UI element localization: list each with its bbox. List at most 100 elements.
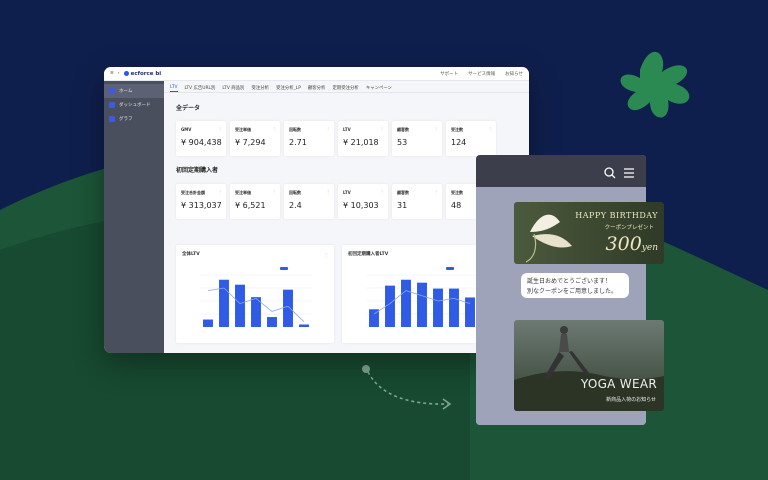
chart-bar[interactable] xyxy=(465,297,475,327)
notice-link[interactable]: お知らせ xyxy=(505,71,523,77)
sidebar-item-graph[interactable]: グラフ xyxy=(104,112,164,126)
chart-left: ⋮ xyxy=(200,252,328,328)
metric-value: ¥ 904,438 xyxy=(181,138,222,147)
tab-ltv[interactable]: LTV xyxy=(170,85,178,92)
card-menu-icon[interactable]: ⋮ xyxy=(380,126,384,131)
chart-bar[interactable] xyxy=(417,282,427,327)
message-line-1: 誕生日おめでとうございます！ xyxy=(527,278,612,285)
metric-value: ¥ 313,037 xyxy=(181,201,222,210)
app-logo[interactable]: ecforce bi xyxy=(123,71,161,77)
dashboard-icon xyxy=(109,102,115,108)
card-menu-icon[interactable]: ⋮ xyxy=(218,126,222,131)
graph-icon xyxy=(109,116,115,122)
message-bubble: 誕生日おめでとうございます！ 別なクーポンをご用意しました。 xyxy=(521,273,629,298)
metric-value: ¥ 7,294 xyxy=(235,138,266,147)
metric-value: 48 xyxy=(451,201,462,210)
chart-bar[interactable] xyxy=(449,288,459,327)
card-menu-icon[interactable]: ⋮ xyxy=(380,189,384,194)
metric-label: 受注数 xyxy=(451,190,463,195)
metric-label: 顧客数 xyxy=(397,190,409,195)
chart-bar[interactable] xyxy=(283,289,293,327)
metric-label: 受注数 xyxy=(451,127,463,132)
card-menu-icon[interactable]: ⋮ xyxy=(434,189,438,194)
coupon-amount: 300yen xyxy=(605,233,658,255)
sidebar-item-dashboard[interactable]: ダッシュボード xyxy=(104,98,164,112)
birthday-coupon-card[interactable]: HAPPY BIRTHDAY クーポンプレゼント 300yen xyxy=(514,202,664,264)
metric-label: 顧客数 xyxy=(397,127,409,132)
connector-dot-icon xyxy=(362,365,370,373)
metric-value: ¥ 10,303 xyxy=(343,201,379,210)
card-menu-icon[interactable]: ⋮ xyxy=(488,126,492,131)
phone-header-icons xyxy=(604,167,634,179)
metric-label: GMV xyxy=(181,127,192,132)
card-menu-icon[interactable]: ⋮ xyxy=(272,126,276,131)
chart-bar[interactable] xyxy=(401,279,411,327)
tab-campaign[interactable]: キャンペーン xyxy=(366,85,392,92)
tab-ltv-product[interactable]: LTV 商品別 xyxy=(222,85,244,92)
tab-order-analysis[interactable]: 受注分析 xyxy=(251,85,269,92)
legend-swatch xyxy=(446,267,454,270)
section-title-all: 全データ xyxy=(176,105,201,112)
service-link[interactable]: サービス情報 xyxy=(468,71,495,77)
card-menu-icon[interactable]: ⋮ xyxy=(326,189,330,194)
metric-card: 受注合計金額 ⋮ ¥ 313,037 xyxy=(176,184,226,219)
metric-card: LTV ⋮ ¥ 21,018 xyxy=(338,121,388,156)
main-content: LTV LTV 広告URL別 LTV 商品別 受注分析 受注分析_LP 顧客分析… xyxy=(164,81,529,353)
dashboard-window: ≡ ‹ ecforce bi サポート サービス情報 お知らせ ホーム ダッシュ… xyxy=(104,67,529,353)
logo-mark-icon xyxy=(123,71,129,76)
phone-header xyxy=(476,155,646,187)
birthday-subtitle: クーポンプレゼント xyxy=(604,225,654,231)
metric-label: 受注合計金額 xyxy=(181,190,205,195)
metric-card: 受注数 ⋮ 124 xyxy=(446,121,496,156)
metric-card: 受注単価 ⋮ ¥ 7,294 xyxy=(230,121,280,156)
tab-order-analysis-lp[interactable]: 受注分析_LP xyxy=(276,85,301,92)
metric-label: 受注単価 xyxy=(235,127,251,132)
chart-card-left: 全体LTV ⋮ xyxy=(176,245,334,343)
tab-bar: LTV LTV 広告URL別 LTV 商品別 受注分析 受注分析_LP 顧客分析… xyxy=(164,81,529,93)
metric-card: 受注単価 ⋮ ¥ 6,521 xyxy=(230,184,280,219)
support-link[interactable]: サポート xyxy=(440,71,458,77)
chart-bar[interactable] xyxy=(299,324,309,327)
metric-value: 124 xyxy=(451,138,467,147)
message-line-2: 別なクーポンをご用意しました。 xyxy=(527,288,618,295)
metric-card: LTV ⋮ ¥ 10,303 xyxy=(338,184,388,219)
birthday-title: HAPPY BIRTHDAY xyxy=(575,211,658,220)
card-menu-icon[interactable]: ⋮ xyxy=(218,189,222,194)
tab-customer-analysis[interactable]: 顧客分析 xyxy=(308,85,326,92)
yoga-wear-card[interactable]: YOGA WEAR 新商品入荷のお知らせ xyxy=(514,320,664,411)
chart-bar[interactable] xyxy=(219,279,229,327)
menu-icon[interactable]: ≡ xyxy=(110,71,114,76)
tab-ltv-ad-url[interactable]: LTV 広告URL別 xyxy=(185,85,216,92)
metric-label: 受注単価 xyxy=(235,190,251,195)
home-icon xyxy=(109,88,115,94)
card-menu-icon[interactable]: ⋮ xyxy=(272,189,276,194)
sidebar-item-home[interactable]: ホーム xyxy=(104,84,164,98)
metric-label: 回転数 xyxy=(289,127,301,132)
chart-bar[interactable] xyxy=(267,317,277,327)
metric-card: GMV ⋮ ¥ 904,438 xyxy=(176,121,226,156)
metric-value: ¥ 21,018 xyxy=(343,138,379,147)
metric-label: LTV xyxy=(343,190,351,195)
flower-icon xyxy=(525,214,572,263)
metric-label: LTV xyxy=(343,127,351,132)
sidebar: ホーム ダッシュボード グラフ xyxy=(104,81,164,353)
metric-card: 回転数 ⋮ 2.4 xyxy=(284,184,334,219)
yoga-title: YOGA WEAR xyxy=(580,377,657,391)
metric-value: 2.71 xyxy=(289,138,307,147)
tab-subscription-analysis[interactable]: 定期受注分析 xyxy=(332,85,358,92)
metric-card: 顧客数 ⋮ 31 xyxy=(392,184,442,219)
metric-card: 回転数 ⋮ 2.71 xyxy=(284,121,334,156)
section-title-first-sub: 初回定期購入者 xyxy=(176,167,219,174)
back-icon[interactable]: ‹ xyxy=(118,71,120,76)
chart-menu-icon[interactable]: ⋮ xyxy=(324,252,328,257)
card-menu-icon[interactable]: ⋮ xyxy=(434,126,438,131)
metric-value: 31 xyxy=(397,201,408,210)
top-bar: ≡ ‹ ecforce bi サポート サービス情報 お知らせ xyxy=(104,67,529,81)
chart-bar[interactable] xyxy=(235,284,245,327)
card-menu-icon[interactable]: ⋮ xyxy=(326,126,330,131)
chart-bar[interactable] xyxy=(203,319,213,327)
legend-swatch xyxy=(280,267,288,270)
chart-bar[interactable] xyxy=(433,288,443,327)
search-icon xyxy=(604,167,614,177)
yoga-subtitle: 新商品入荷のお知らせ xyxy=(606,397,656,403)
